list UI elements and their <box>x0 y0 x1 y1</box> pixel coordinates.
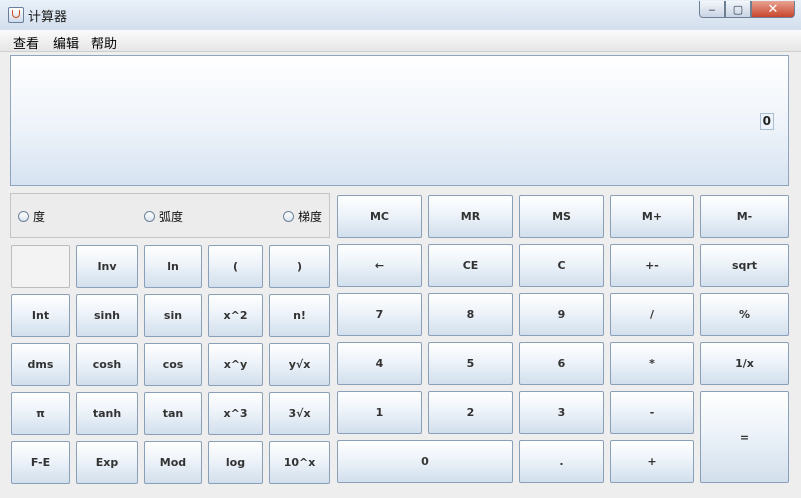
digit-4-button[interactable]: 4 <box>337 342 422 385</box>
result-display: 0 <box>10 55 789 186</box>
maximize-button[interactable]: ▢ <box>725 1 751 18</box>
log-button[interactable]: log <box>208 441 263 484</box>
m-plus-button[interactable]: M+ <box>610 195 694 238</box>
backspace-button[interactable]: ← <box>337 244 422 287</box>
clear-button[interactable]: C <box>519 244 604 287</box>
cosh-button[interactable]: cosh <box>76 343 138 386</box>
dms-button[interactable]: dms <box>11 343 70 386</box>
menu-view[interactable]: 查看 <box>13 33 39 52</box>
fe-button[interactable]: F-E <box>11 441 70 484</box>
cube-root-button[interactable]: 3√x <box>269 392 330 435</box>
inv-button[interactable]: Inv <box>76 245 138 288</box>
mod-button[interactable]: Mod <box>144 441 202 484</box>
ms-button[interactable]: MS <box>519 195 604 238</box>
radio-degrees[interactable]: 度 <box>18 208 45 225</box>
sin-button[interactable]: sin <box>144 294 202 337</box>
int-button[interactable]: Int <box>11 294 70 337</box>
title-bar: 计算器 ‒ ▢ ✕ <box>0 0 801 31</box>
digit-6-button[interactable]: 6 <box>519 342 604 385</box>
mc-button[interactable]: MC <box>337 195 422 238</box>
sinh-button[interactable]: sinh <box>76 294 138 337</box>
cube-button[interactable]: x^3 <box>208 392 263 435</box>
digit-8-button[interactable]: 8 <box>428 293 513 336</box>
radio-radians-label: 弧度 <box>159 210 184 224</box>
radio-gradians-label: 梯度 <box>298 210 323 224</box>
minimize-button[interactable]: ‒ <box>699 1 725 18</box>
divide-button[interactable]: / <box>610 293 694 336</box>
radio-radians[interactable]: 弧度 <box>144 208 183 225</box>
display-value: 0 <box>759 113 774 130</box>
sign-toggle-button[interactable]: +- <box>610 244 694 287</box>
window-title: 计算器 <box>28 10 68 25</box>
digit-7-button[interactable]: 7 <box>337 293 422 336</box>
equals-button[interactable]: = <box>700 391 789 483</box>
digit-5-button[interactable]: 5 <box>428 342 513 385</box>
java-app-icon <box>8 7 24 23</box>
radio-button-icon[interactable] <box>18 211 29 222</box>
percent-button[interactable]: % <box>700 293 789 336</box>
blank-button <box>11 245 70 288</box>
sqrt-button[interactable]: sqrt <box>700 244 789 287</box>
close-paren-button[interactable]: ) <box>269 245 330 288</box>
decimal-button[interactable]: . <box>519 440 604 483</box>
window-controls: ‒ ▢ ✕ <box>699 1 795 19</box>
digit-1-button[interactable]: 1 <box>337 391 422 434</box>
tan-button[interactable]: tan <box>144 392 202 435</box>
menu-bar: 查看 编辑 帮助 <box>0 30 801 52</box>
yth-root-button[interactable]: y√x <box>269 343 330 386</box>
menu-help[interactable]: 帮助 <box>91 33 117 52</box>
reciprocal-button[interactable]: 1/x <box>700 342 789 385</box>
multiply-button[interactable]: * <box>610 342 694 385</box>
pi-button[interactable]: π <box>11 392 70 435</box>
digit-2-button[interactable]: 2 <box>428 391 513 434</box>
radio-degrees-label: 度 <box>33 210 46 224</box>
power-button[interactable]: x^y <box>208 343 263 386</box>
square-button[interactable]: x^2 <box>208 294 263 337</box>
radio-button-icon[interactable] <box>144 211 155 222</box>
mr-button[interactable]: MR <box>428 195 513 238</box>
m-minus-button[interactable]: M- <box>700 195 789 238</box>
open-paren-button[interactable]: ( <box>208 245 263 288</box>
radio-gradians[interactable]: 梯度 <box>283 208 322 225</box>
close-button[interactable]: ✕ <box>751 1 795 18</box>
digit-0-button[interactable]: 0 <box>337 440 513 483</box>
window-client-area: 查看 编辑 帮助 0 度 弧度 梯度 MC MR MS M+ M- Inv ln… <box>0 30 801 498</box>
angle-mode-panel: 度 弧度 梯度 <box>10 193 330 238</box>
ln-button[interactable]: ln <box>144 245 202 288</box>
menu-edit[interactable]: 编辑 <box>53 33 79 52</box>
digit-3-button[interactable]: 3 <box>519 391 604 434</box>
tanh-button[interactable]: tanh <box>76 392 138 435</box>
digit-9-button[interactable]: 9 <box>519 293 604 336</box>
cos-button[interactable]: cos <box>144 343 202 386</box>
add-button[interactable]: + <box>610 440 694 483</box>
ten-power-button[interactable]: 10^x <box>269 441 330 484</box>
radio-button-icon[interactable] <box>283 211 294 222</box>
subtract-button[interactable]: - <box>610 391 694 434</box>
exp-button[interactable]: Exp <box>76 441 138 484</box>
ce-button[interactable]: CE <box>428 244 513 287</box>
factorial-button[interactable]: n! <box>269 294 330 337</box>
